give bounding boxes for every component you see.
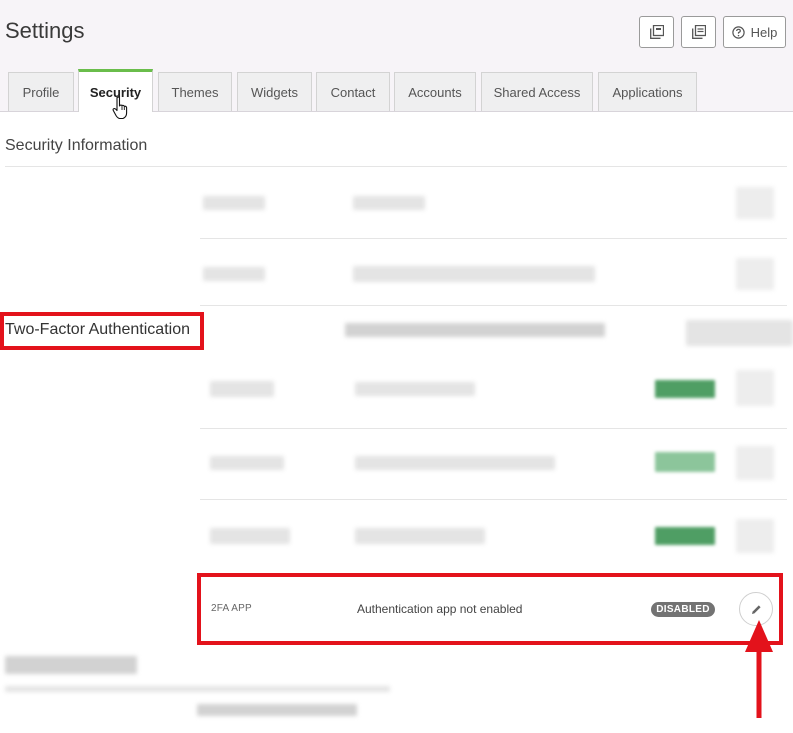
obscured-status — [655, 527, 715, 545]
obscured-action — [736, 187, 774, 219]
obscured-status — [655, 452, 715, 472]
obscured-action — [736, 446, 774, 480]
section-divider — [5, 166, 787, 167]
tab-widgets[interactable]: Widgets — [237, 72, 312, 111]
obscured-value — [353, 266, 595, 282]
obscured-label — [210, 381, 274, 397]
obscured-section-title — [5, 656, 137, 674]
row-divider — [200, 238, 787, 239]
obscured-value — [355, 456, 555, 470]
copy-icon — [649, 25, 664, 39]
obscured-label — [210, 528, 290, 544]
obscured-value — [345, 323, 605, 337]
row-divider — [200, 499, 787, 500]
obscured-label — [203, 196, 265, 210]
obscured-label — [210, 456, 284, 470]
obscured-value — [355, 382, 475, 396]
2fa-app-label: 2FA APP — [211, 603, 252, 614]
question-circle-icon — [731, 25, 745, 39]
copy-icon-button-1[interactable] — [639, 16, 674, 48]
obscured-status — [655, 380, 715, 398]
arrow-up-icon — [745, 620, 773, 718]
hand-cursor-icon — [112, 96, 128, 120]
obscured-value — [353, 196, 425, 210]
tab-accounts[interactable]: Accounts — [394, 72, 476, 111]
tab-shared-access[interactable]: Shared Access — [481, 72, 593, 111]
security-info-title: Security Information — [5, 137, 148, 154]
tab-contact[interactable]: Contact — [316, 72, 390, 111]
obscured-value — [197, 704, 357, 716]
row-divider — [200, 428, 787, 429]
obscured-action — [736, 370, 774, 406]
page-title: Settings — [5, 18, 85, 43]
document-stack-icon — [691, 25, 706, 39]
two-factor-title: Two-Factor Authentication — [5, 321, 190, 338]
tab-themes[interactable]: Themes — [158, 72, 232, 111]
obscured-label — [203, 267, 265, 281]
tab-profile[interactable]: Profile — [8, 72, 74, 111]
obscured-value — [355, 528, 485, 544]
copy-icon-button-2[interactable] — [681, 16, 716, 48]
obscured-action — [736, 258, 774, 290]
tab-applications[interactable]: Applications — [598, 72, 697, 111]
obscured-divider — [5, 686, 390, 692]
obscured-action — [686, 320, 793, 346]
obscured-action — [736, 519, 774, 553]
row-divider — [200, 305, 787, 306]
help-label: Help — [750, 24, 778, 40]
2fa-app-value: Authentication app not enabled — [357, 602, 523, 616]
status-badge: DISABLED — [651, 602, 715, 617]
pencil-icon — [751, 604, 761, 614]
help-button[interactable]: Help — [723, 16, 786, 48]
